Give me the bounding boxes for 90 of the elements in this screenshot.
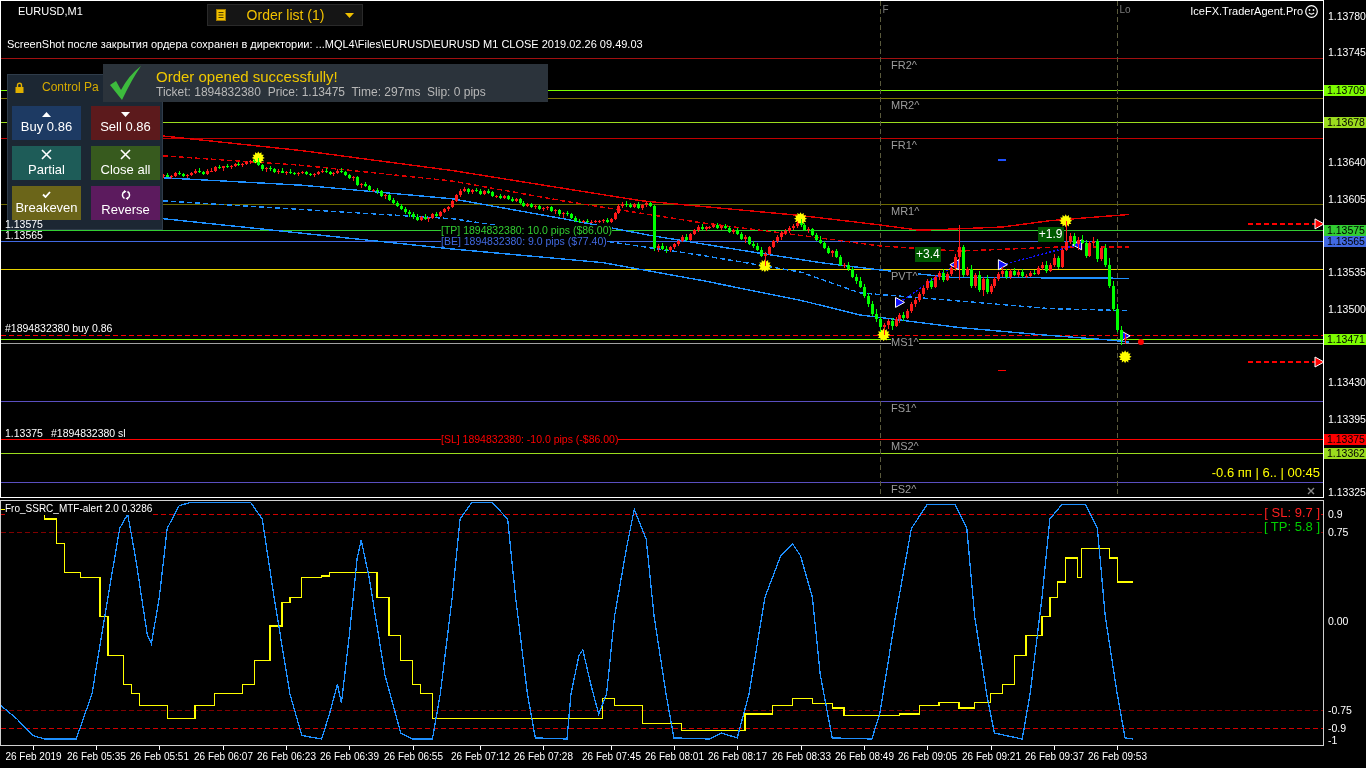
axis-label: 0.75 <box>1328 525 1349 538</box>
axis-label: 1.13640 <box>1328 156 1366 169</box>
x-icon <box>41 149 52 160</box>
axis-label: 26 Feb 06:39 <box>320 751 379 763</box>
pivot-label: MR2^ <box>891 99 920 111</box>
circular-arrows-icon <box>120 189 131 200</box>
order-note: [BE] 1894832380: 9.0 pips ($77.40) <box>441 236 607 247</box>
up-triangle-icon <box>42 112 51 117</box>
status-message: ScreenShot после закрытия ордера сохранен в директории: ...MQL4\Files\EURUSD\EURUSD M1 CLOSE 2019.02.26 09.49.03 <box>7 38 643 51</box>
axis-label: 26 Feb 08:17 <box>708 751 767 763</box>
axis-label: 0.9 <box>1328 508 1343 521</box>
order-label: #1894832380 buy 0.86 <box>5 323 113 334</box>
order-list-dropdown[interactable]: Order list (1) <box>207 4 363 26</box>
axis-label: 1.13780 <box>1328 9 1366 22</box>
status-readout: -0.6 пп | 6.. | 00:45 <box>1211 465 1320 481</box>
axis-label: 26 Feb 06:55 <box>384 751 443 763</box>
price-tag: 1.13565 <box>1324 236 1366 247</box>
pivot-label: MS2^ <box>891 440 919 452</box>
axis-label: 26 Feb 05:51 <box>130 751 189 763</box>
pivot-label: FS1^ <box>891 402 917 414</box>
pivot-label: PVT^ <box>891 270 918 282</box>
order-label: #1894832380 sl <box>50 428 126 439</box>
partial-button[interactable]: Partial <box>12 146 81 180</box>
axis-label: 1.13325 <box>1328 485 1366 498</box>
symbol-title: EURUSD,M1 <box>18 5 83 17</box>
panel-title: Control Pa <box>42 80 99 94</box>
axis-label: 26 Feb 08:01 <box>645 751 704 763</box>
axis-label: 0.00 <box>1328 615 1349 628</box>
order-label: 1.13575 <box>5 219 43 230</box>
checkmark-icon <box>108 65 142 101</box>
axis-label: 26 Feb 09:37 <box>1025 751 1084 763</box>
axis-label: 26 Feb 09:21 <box>962 751 1021 763</box>
price-tag: 1.13709 <box>1324 85 1366 96</box>
pivot-label: MR1^ <box>891 205 920 217</box>
trade-result: +3.4 <box>914 246 941 262</box>
axis-label: -0.75 <box>1328 704 1352 717</box>
line-label: Lo <box>1119 4 1131 15</box>
pivot-label: MS1^ <box>891 336 919 348</box>
down-triangle-icon <box>121 112 130 117</box>
line-label: F <box>882 4 889 15</box>
check-icon <box>42 191 51 198</box>
caret-icon <box>345 12 354 18</box>
close-button[interactable]: Close all <box>91 146 160 180</box>
price-tag: 1.13471 <box>1324 334 1366 345</box>
price-tag: 1.13678 <box>1324 117 1366 128</box>
pivot-label: FR1^ <box>891 139 917 151</box>
pivot-label: FS2^ <box>891 483 917 495</box>
axis-label: 26 Feb 09:05 <box>898 751 957 763</box>
pivot-label: FR2^ <box>891 59 917 71</box>
sell-button[interactable]: Sell 0.86 <box>91 106 160 140</box>
axis-label: 26 Feb 08:33 <box>772 751 831 763</box>
notification-details: Ticket: 1894832380 Price: 1.13475 Time: 297ms Slip: 0 pips <box>156 84 486 99</box>
axis-label: -0.9 <box>1328 722 1347 735</box>
axis-label: 26 Feb 2019 <box>5 751 62 763</box>
axis-label: 26 Feb 08:49 <box>835 751 894 763</box>
axis-label: 26 Feb 06:23 <box>257 751 316 763</box>
trade-result: +1.9 <box>1037 226 1064 242</box>
axis-label: 26 Feb 05:35 <box>67 751 126 763</box>
price-tag: 1.13575 <box>1324 225 1366 236</box>
order-note: [TP] 1894832380: 10.0 pips ($86.00) <box>441 225 613 236</box>
brand-name: IceFX.TraderAgent.Pro <box>1190 5 1303 18</box>
axis-label: 1.13535 <box>1328 266 1366 278</box>
axis-label: 1.13745 <box>1328 46 1366 59</box>
take-profit-label: [ TP: 5.8 ] <box>1263 520 1320 534</box>
padlock-icon <box>15 81 24 93</box>
axis-label: 1.13500 <box>1328 302 1366 315</box>
cross-icon <box>1307 487 1315 495</box>
axis-label: 1.13605 <box>1328 192 1366 205</box>
stop-loss-label: [ SL: 9.7 ] <box>1264 506 1320 520</box>
breakeven-button[interactable]: Breakeven <box>12 186 81 220</box>
notification-title: Order opened successfully! <box>156 67 339 85</box>
indicator-title: Fro_SSRC_MTF-alert 2.0 0.3286 <box>5 503 153 515</box>
price-tag: 1.13362 <box>1324 448 1366 459</box>
axis-label: 1.13430 <box>1328 375 1366 388</box>
price-tag: 1.13375 <box>1324 434 1366 445</box>
axis-label: 26 Feb 07:45 <box>582 751 641 763</box>
x-icon <box>120 149 131 160</box>
buy-button[interactable]: Buy 0.86 <box>12 106 81 140</box>
axis-label: 1.13395 <box>1328 412 1366 425</box>
axis-label: 26 Feb 07:28 <box>514 751 573 763</box>
smiley-icon <box>1305 5 1318 18</box>
reverse-button[interactable]: Reverse <box>91 186 160 220</box>
axis-label: 26 Feb 09:53 <box>1088 751 1147 763</box>
order-label: 1.13565 <box>5 230 43 241</box>
document-icon <box>216 9 226 21</box>
order-label: 1.13375 <box>5 428 43 439</box>
axis-label: -1 <box>1328 734 1338 747</box>
axis-label: 26 Feb 07:12 <box>451 751 510 763</box>
order-note: [SL] 1894832380: -10.0 pips (-$86.00) <box>441 434 619 445</box>
axis-label: 26 Feb 06:07 <box>194 751 253 763</box>
